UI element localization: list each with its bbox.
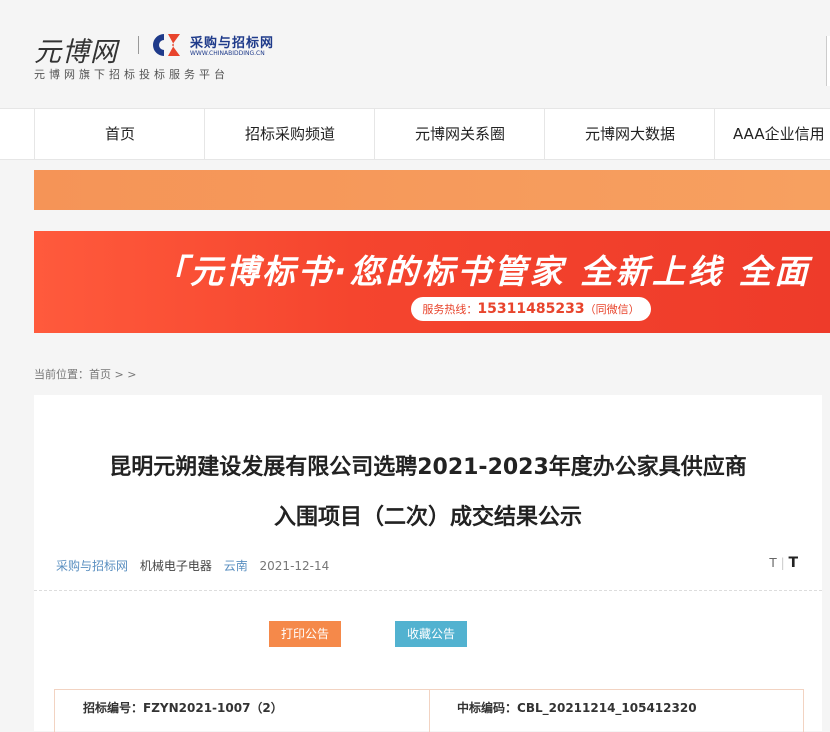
article-region[interactable]: 云南 [224,559,248,573]
breadcrumb-separator: > > [114,368,137,381]
article-title-line-1: 昆明元朔建设发展有限公司选聘2021-2023年度办公家具供应商 [109,455,747,480]
article-card: 昆明元朔建设发展有限公司选聘2021-2023年度办公家具供应商 入围项目（二次… [34,395,822,732]
hotline-pill: 服务热线：15311485233（同微信） [411,297,651,321]
article-source[interactable]: 采购与招标网 [56,559,128,573]
hotline-number: 15311485233 [477,301,585,317]
tender-number-label: 招标编号： [83,701,144,715]
site-logo[interactable]: 元博网 采购与招标网 WWW.CHINABIDDING.CN 元博网旗下招标投标… [34,26,334,86]
breadcrumb-label: 当前位置： [34,368,89,381]
article-date: 2021-12-14 [259,559,330,573]
tender-number-value: FZYN2021-1007（2） [143,701,283,715]
nav-item-credit[interactable]: AAA企业信用 [714,109,830,159]
nav-item-bidding-channel[interactable]: 招标采购频道 [204,109,375,159]
article-meta: 采购与招标网 机械电子电器 云南 2021-12-14 [56,557,329,574]
logo-divider [138,36,139,54]
font-large-button[interactable]: T [788,555,798,571]
breadcrumb: 当前位置：首页 > > [34,366,136,382]
hotline-label: 服务热线： [422,303,478,316]
site-header: 元博网 采购与招标网 WWW.CHINABIDDING.CN 元博网旗下招标投标… [0,0,830,108]
header-search-edge[interactable] [826,36,830,86]
print-button[interactable]: 打印公告 [269,621,342,647]
partner-name: 采购与招标网 [190,36,275,51]
font-size-toggle: T | T [769,555,798,571]
nav-item-network[interactable]: 元博网关系圈 [374,109,545,159]
promo-strip[interactable] [34,170,830,210]
banner-headline: 「元博标书·您的标书管家 全新上线 全面 [154,252,811,291]
font-small-button[interactable]: T [769,556,776,570]
promo-banner[interactable]: 「元博标书·您的标书管家 全新上线 全面 服务热线：15311485233（同微… [34,231,830,333]
partner-logo-icon [153,34,180,56]
nav-item-big-data[interactable]: 元博网大数据 [544,109,715,159]
award-code-value: CBL_20211214_105412320 [517,701,697,715]
info-table-divider [429,690,430,732]
logo-wordmark: 元博网 [34,37,118,68]
award-code-label: 中标编码： [457,701,518,715]
article-title-line-2: 入围项目（二次）成交结果公示 [273,505,582,530]
main-nav: 首页 招标采购频道 元博网关系圈 元博网大数据 AAA企业信用 [0,108,830,160]
award-code: 中标编码：CBL_20211214_105412320 [457,690,697,732]
favorite-button[interactable]: 收藏公告 [395,621,468,647]
meta-divider [34,590,822,591]
partner-domain: WWW.CHINABIDDING.CN [190,50,265,57]
font-size-separator: | [780,556,785,570]
hotline-note: （同微信） [584,303,640,316]
breadcrumb-home[interactable]: 首页 [89,368,111,381]
tender-number: 招标编号：FZYN2021-1007（2） [83,690,283,732]
nav-item-home[interactable]: 首页 [34,109,205,159]
article-category[interactable]: 机械电子电器 [140,559,212,573]
info-table: 招标编号：FZYN2021-1007（2） 中标编码：CBL_20211214_… [54,689,804,732]
site-slogan: 元博网旗下招标投标服务平台 [34,68,229,81]
